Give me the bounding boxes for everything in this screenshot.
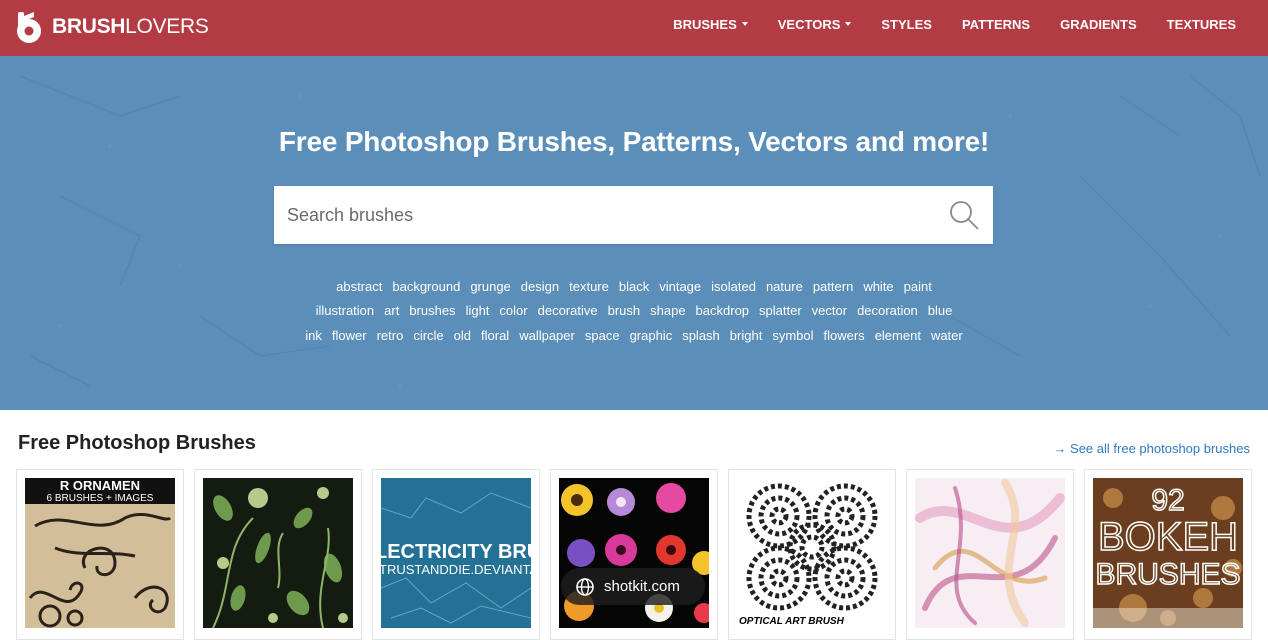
tag-link[interactable]: decoration (857, 303, 918, 318)
search-icon[interactable] (948, 199, 980, 231)
nav-gradients[interactable]: GRADIENTS (1060, 17, 1137, 32)
plant-brushes-image (203, 478, 353, 628)
optical-title-text: OPTICAL ART BRUSH (739, 616, 845, 627)
nav-brushes[interactable]: BRUSHES (673, 17, 748, 32)
tag-link[interactable]: splash (682, 328, 720, 343)
tag-link[interactable]: background (392, 279, 460, 294)
thumbnail-bokeh-brushes[interactable]: 92 BOKEH BRUSHES (1084, 469, 1252, 640)
brand-name-bold: BRUSH (52, 15, 126, 38)
nav-label: BRUSHES (673, 16, 737, 32)
nav-styles[interactable]: STYLES (881, 17, 932, 32)
brush-thumbnails: R ORNAMEN 6 BRUSHES + IMAGES LECTRICITY … (16, 469, 1256, 640)
tag-link[interactable]: shape (650, 303, 685, 318)
tag-link[interactable]: flowers (824, 328, 865, 343)
tag-link[interactable]: brush (608, 303, 641, 318)
brand-name: BRUSHLOVERS (52, 15, 209, 39)
tag-link[interactable]: illustration (316, 303, 375, 318)
ornament-title-text: R ORNAMEN (60, 478, 140, 493)
tag-link[interactable]: wallpaper (519, 328, 575, 343)
tag-link[interactable]: ink (305, 328, 322, 343)
ornament-brushes-image: R ORNAMEN 6 BRUSHES + IMAGES (25, 478, 175, 628)
tag-link[interactable]: grunge (470, 279, 510, 294)
nav-label: VECTORS (777, 16, 841, 32)
tag-link[interactable]: design (521, 279, 559, 294)
tag-link[interactable]: floral (481, 328, 509, 343)
tag-link[interactable]: bright (730, 328, 763, 343)
tag-link[interactable]: water (931, 328, 963, 343)
tag-link[interactable]: retro (377, 328, 404, 343)
tag-link[interactable]: pattern (813, 279, 853, 294)
section-title: Free Photoshop Brushes (18, 432, 256, 454)
tag-link[interactable]: light (466, 303, 490, 318)
thumbnail-plant-brushes[interactable] (194, 469, 362, 640)
tag-link[interactable]: graphic (630, 328, 673, 343)
tag-link[interactable]: backdrop (696, 303, 749, 318)
tag-link[interactable]: decorative (538, 303, 598, 318)
nav-label: GRADIENTS (1060, 16, 1137, 32)
electricity-brushes-image: LECTRICITY BRUSH TRUSTANDDIE.DEVIANTAR (381, 478, 531, 628)
nav-patterns[interactable]: PATTERNS (962, 17, 1030, 32)
tag-link[interactable]: black (619, 279, 649, 294)
hero-section: Free Photoshop Brushes, Patterns, Vector… (0, 56, 1268, 410)
light-trail-brushes-image (915, 478, 1065, 628)
thumbnail-electricity-brushes[interactable]: LECTRICITY BRUSH TRUSTANDDIE.DEVIANTAR (372, 469, 540, 640)
nav-label: STYLES (881, 16, 932, 32)
caret-down-icon (741, 22, 748, 26)
globe-icon (576, 577, 594, 596)
thumbnail-flower-brushes[interactable] (550, 469, 718, 640)
see-all-brushes-link[interactable]: → See all free photoshop brushes (1053, 441, 1250, 456)
bokeh-number-text: 92 (1151, 484, 1184, 517)
tag-link[interactable]: circle (413, 328, 443, 343)
nav-textures[interactable]: TEXTURES (1167, 17, 1236, 32)
tag-row: abstract background grunge design texture bla… (0, 274, 1268, 299)
ornament-sub-text: 6 BRUSHES + IMAGES (47, 493, 154, 504)
shotkit-watermark: shotkit.com (561, 568, 705, 605)
tag-link[interactable]: vector (812, 303, 847, 318)
electricity-sub-text: TRUSTANDDIE.DEVIANTAR (381, 562, 531, 577)
caret-down-icon (845, 22, 852, 26)
thumbnail-light-trail-brushes[interactable] (906, 469, 1074, 640)
popular-tags: abstract background grunge design texture bla… (0, 274, 1268, 348)
tag-link[interactable]: space (585, 328, 620, 343)
search-box (274, 186, 993, 244)
brand-name-light: LOVERS (125, 15, 209, 38)
tag-link[interactable]: color (499, 303, 527, 318)
watermark-text: shotkit.com (604, 578, 680, 595)
bokeh-brushes-image: 92 BOKEH BRUSHES (1093, 478, 1243, 628)
tag-row: ink flower retro circle old floral wallpaper sp… (0, 323, 1268, 348)
optical-art-brush-image: OPTICAL ART BRUSH (737, 478, 887, 628)
tag-link[interactable]: abstract (336, 279, 382, 294)
hero-title: Free Photoshop Brushes, Patterns, Vector… (278, 126, 990, 157)
tag-link[interactable]: old (454, 328, 471, 343)
tag-link[interactable]: flower (332, 328, 367, 343)
nav-label: PATTERNS (961, 16, 1031, 32)
tag-link[interactable]: white (863, 279, 893, 294)
search-input[interactable] (274, 186, 934, 244)
brush-logo-icon (17, 12, 41, 43)
nav-vectors[interactable]: VECTORS (778, 17, 852, 32)
tag-link[interactable]: element (875, 328, 921, 343)
thumbnail-optical-art-brush[interactable]: OPTICAL ART BRUSH (728, 469, 896, 640)
tag-row: illustration art brushes light color decorati… (0, 299, 1268, 324)
tag-link[interactable]: paint (904, 279, 932, 294)
bokeh-sub-text: BRUSHES (1095, 558, 1240, 591)
main-nav: BRUSHES VECTORS STYLES PATTERNS GRADIENTS TEX… (643, 0, 1236, 48)
tag-link[interactable]: blue (928, 303, 953, 318)
tag-link[interactable]: splatter (759, 303, 802, 318)
nav-label: TEXTURES (1166, 16, 1236, 32)
tag-link[interactable]: symbol (772, 328, 813, 343)
tag-link[interactable]: art (384, 303, 399, 318)
flower-brushes-image (559, 478, 709, 628)
tag-link[interactable]: brushes (409, 303, 455, 318)
bokeh-title-text: BOKEH (1098, 515, 1238, 559)
thumbnail-ornament-brushes[interactable]: R ORNAMEN 6 BRUSHES + IMAGES (16, 469, 184, 640)
tag-link[interactable]: texture (569, 279, 609, 294)
site-logo[interactable]: BRUSHLOVERS (14, 9, 209, 45)
top-header: BRUSHLOVERS BRUSHES VECTORS STYLES PATTERNS… (0, 0, 1268, 56)
tag-link[interactable]: isolated (711, 279, 756, 294)
electricity-title-text: LECTRICITY BRUSH (381, 541, 531, 563)
tag-link[interactable]: nature (766, 279, 803, 294)
tag-link[interactable]: vintage (659, 279, 701, 294)
